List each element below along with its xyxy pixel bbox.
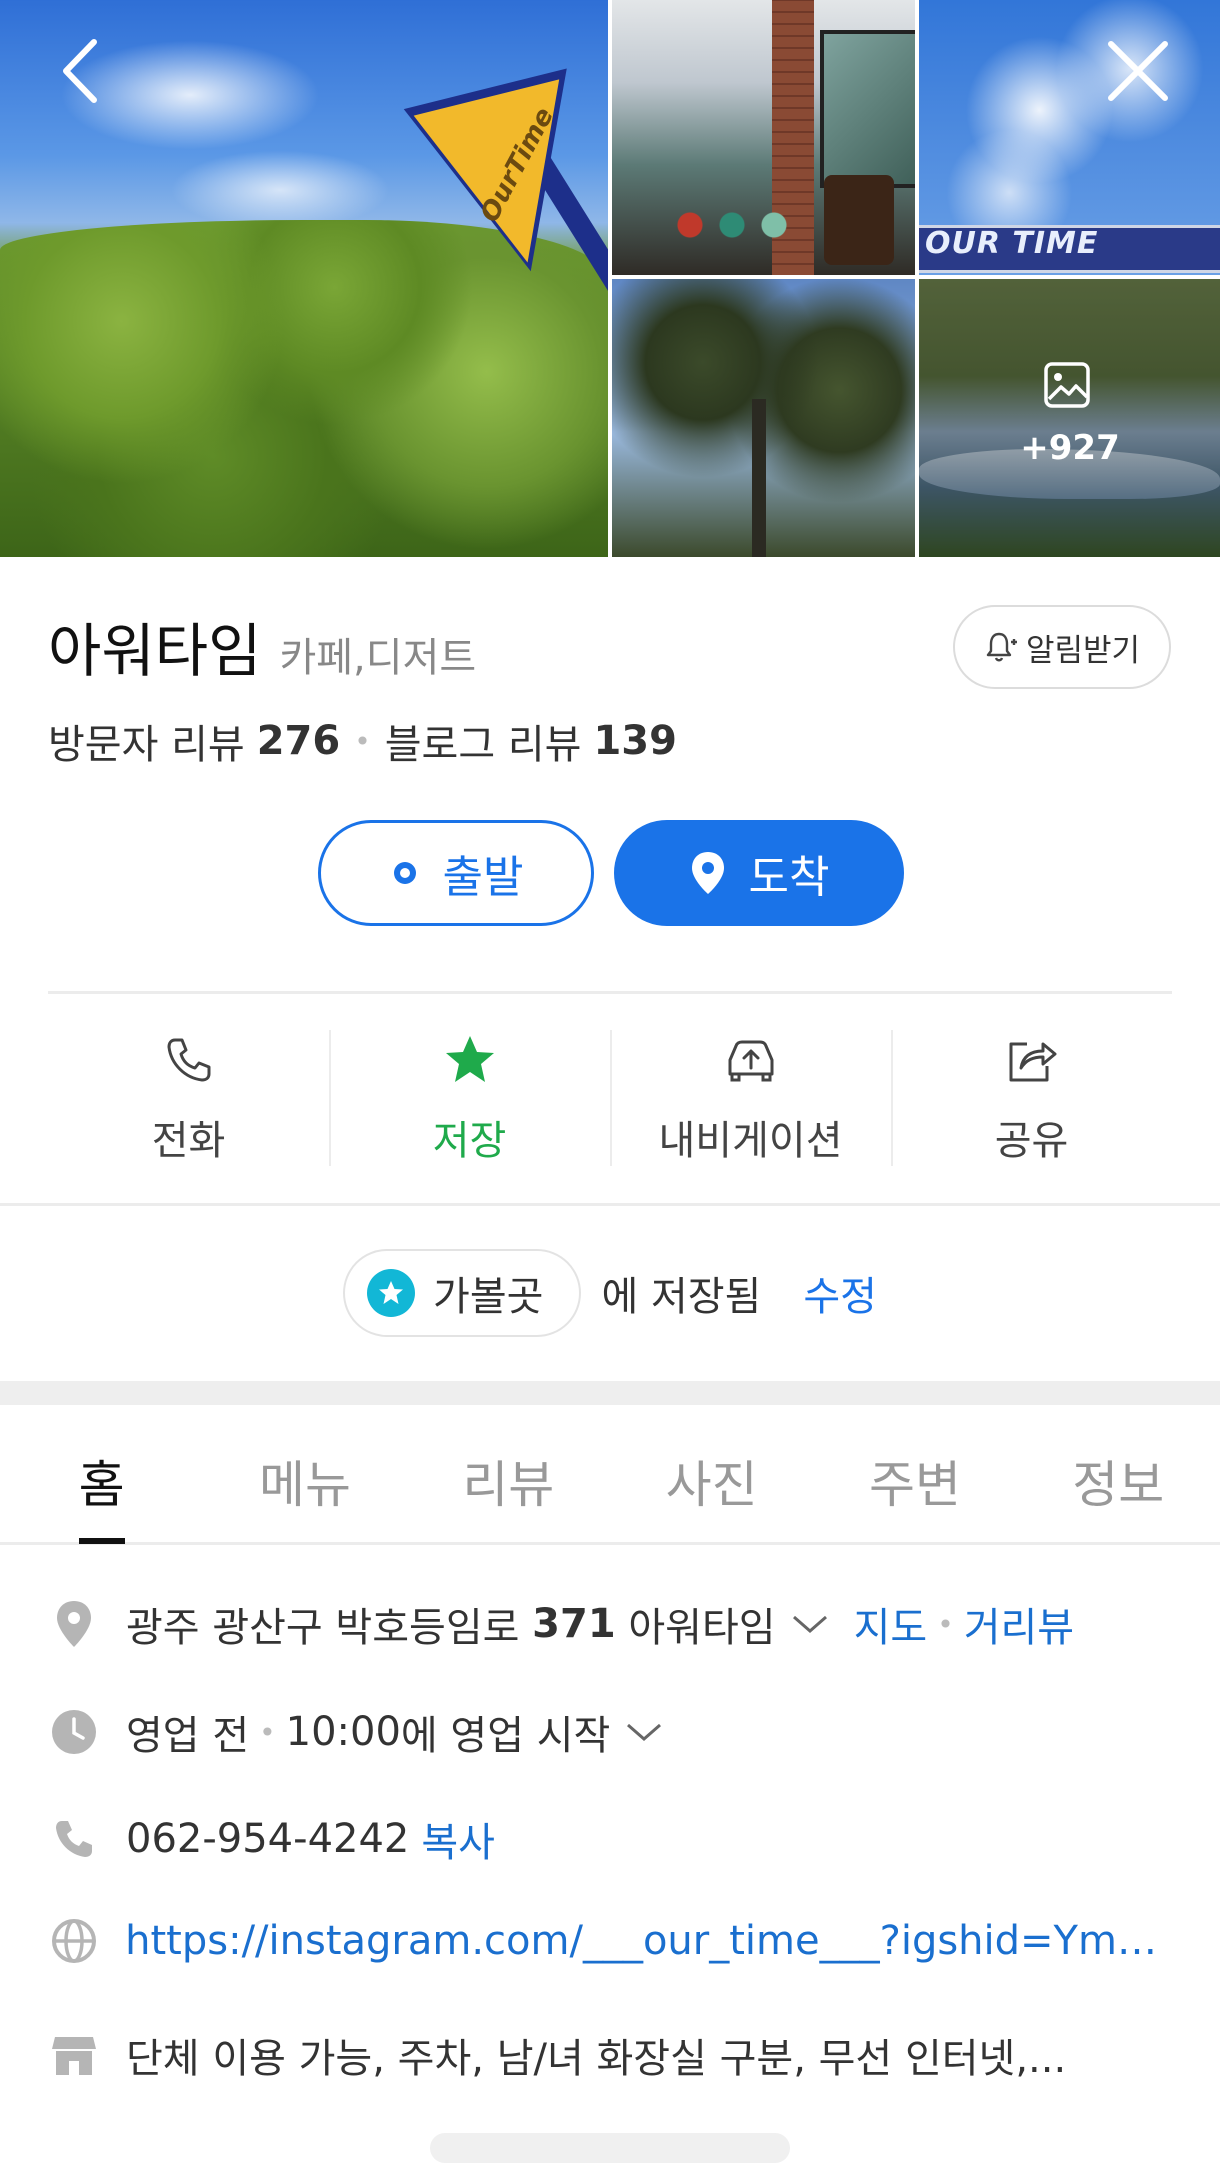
address-prefix: 광주 광산구 박호등임로 [126,1605,533,1651]
saved-list-chip[interactable]: 가볼곳 [343,1249,582,1337]
route-start-label: 출발 [442,852,524,903]
title-row: 아워타임 카페,디저트 [48,604,476,688]
phone-icon [56,1821,92,1857]
tab-photos[interactable]: 사진 [610,1405,813,1542]
phone-icon [167,1038,210,1082]
share-icon [1009,1042,1056,1082]
save-label: 저장 [432,1118,507,1164]
notify-label: 알림받기 [1025,632,1141,669]
star-icon [445,1036,494,1082]
chevron-down-icon[interactable] [788,1609,832,1639]
saved-edit-link[interactable]: 수정 [803,1264,877,1322]
blog-review-count[interactable]: 139 [593,718,677,764]
photo-more[interactable] [919,279,1220,557]
car-navigation-icon [728,1040,773,1082]
website-row: https://instagram.com/___our_time___?igs… [48,1918,1172,1964]
image-icon [1044,362,1090,408]
place-name: 아워타임 [48,617,262,685]
tab-info[interactable]: 정보 [1017,1405,1220,1542]
call-label: 전화 [151,1118,226,1164]
phone-number[interactable]: 062-954-4242 [126,1816,409,1862]
clock-icon [52,1710,96,1754]
section-separator [0,1381,1220,1405]
photo-more-count: +927 [1020,428,1120,468]
store-icon [52,2037,96,2075]
roadview-link[interactable]: 거리뷰 [964,1595,1074,1653]
visitor-review-count[interactable]: 276 [257,718,341,764]
share-label: 공유 [994,1118,1069,1164]
separator-dot: • [937,1607,954,1641]
tab-bar: 홈 메뉴 리뷰 사진 주변 정보 [0,1405,1220,1545]
navigation-label: 내비게이션 [658,1118,843,1164]
saved-suffix: 에 저장됨 [601,1274,762,1320]
open-time: 10:00 [285,1709,401,1755]
bell-plus-icon [986,632,1017,662]
tab-reviews[interactable]: 리뷰 [407,1405,610,1542]
navigation-action[interactable]: 내비게이션 [610,1030,891,1170]
photo-gallery[interactable]: OurTime OUR TIME +927 [0,0,1220,557]
route-end-label: 도착 [748,852,830,903]
website-link[interactable]: https://instagram.com/___our_time___?igs… [125,1918,1172,1964]
saved-list-name: 가볼곳 [433,1274,544,1320]
bottom-sheet-handle[interactable] [430,2133,790,2163]
saved-status-row: 가볼곳 에 저장됨 수정 [0,1248,1220,1338]
tab-home[interactable]: 홈 [0,1405,203,1544]
hours-row[interactable]: 영업 전 • 10:00 에 영업 시작 [48,1703,1172,1761]
phone-row: 062-954-4242 복사 [48,1810,1172,1868]
route-end-button[interactable]: 도착 [614,820,904,926]
location-pin-icon [57,1601,91,1647]
globe-icon [51,1919,96,1963]
start-point-icon [393,862,416,884]
route-start-button[interactable]: 출발 [318,820,594,926]
save-action[interactable]: 저장 [329,1030,610,1170]
tab-nearby[interactable]: 주변 [813,1405,1016,1542]
review-summary: 방문자 리뷰 276 • 블로그 리뷰 139 [48,712,677,770]
map-link[interactable]: 지도 [854,1595,928,1653]
list-star-icon [367,1269,416,1317]
call-action[interactable]: 전화 [48,1030,329,1170]
photo-interior[interactable] [612,0,915,275]
tab-menu[interactable]: 메뉴 [203,1405,406,1542]
chevron-down-icon[interactable] [622,1717,666,1747]
location-pin-icon [691,852,724,894]
divider [48,991,1172,994]
blog-review-label[interactable]: 블로그 리뷰 [385,712,582,770]
copy-phone-button[interactable]: 복사 [421,1810,495,1868]
back-arrow-icon[interactable] [48,36,118,106]
separator-dot: • [259,1715,276,1749]
share-action[interactable]: 공유 [891,1030,1172,1170]
amenities-text: 단체 이용 가능, 주차, 남/녀 화장실 구분, 무선 인터넷,... [126,2036,1067,2082]
address-suffix: 아워타임 [615,1605,776,1651]
visitor-review-label[interactable]: 방문자 리뷰 [48,712,245,770]
action-bar: 전화 저장 내비게이션 공유 [48,1030,1172,1170]
divider [0,1203,1220,1206]
banner-text: OUR TIME [925,226,1099,261]
amenities-row[interactable]: 단체 이용 가능, 주차, 남/녀 화장실 구분, 무선 인터넷,... [48,2026,1172,2084]
photo-sky-banner[interactable]: OUR TIME [919,0,1220,275]
separator-dot: • [354,724,371,758]
address-number: 371 [532,1601,616,1647]
notify-button[interactable]: 알림받기 [953,605,1171,689]
hours-suffix: 에 영업 시작 [400,1713,611,1759]
business-status: 영업 전 [126,1713,250,1759]
address-row: 광주 광산구 박호등임로 371 아워타임 지도 • 거리뷰 [48,1595,1172,1653]
close-icon[interactable] [1103,36,1173,106]
place-category: 카페,디저트 [279,635,477,681]
photo-trees[interactable] [612,279,915,557]
